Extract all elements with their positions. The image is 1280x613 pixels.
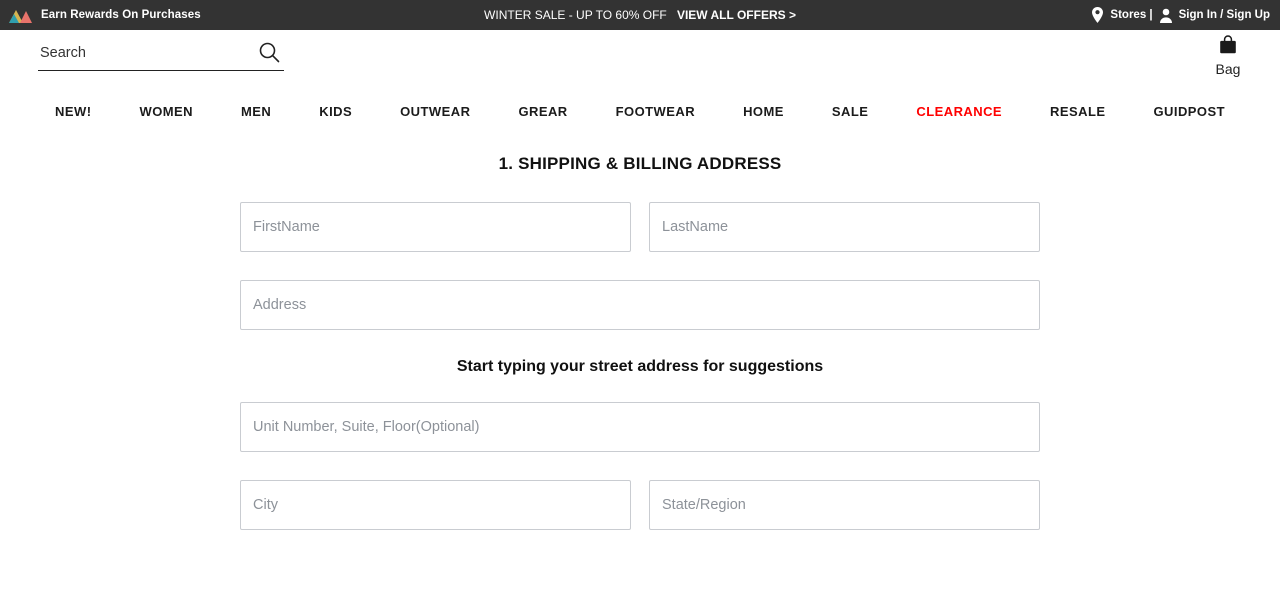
last-name-input[interactable] <box>649 202 1040 252</box>
nav-item-home[interactable]: HOME <box>719 100 808 123</box>
shipping-billing-form: Start typing your street address for sug… <box>240 202 1040 530</box>
nav-item-grear[interactable]: GREAR <box>494 100 591 123</box>
site-header: Bag <box>0 30 1280 88</box>
nav-item-new[interactable]: NEW! <box>31 100 115 123</box>
first-name-input[interactable] <box>240 202 631 252</box>
topbar-left-group: Earn Rewards On Purchases <box>0 6 201 24</box>
nav-item-kids[interactable]: KIDS <box>295 100 376 123</box>
address-suggestion-hint: Start typing your street address for sug… <box>456 358 824 375</box>
city-state-row <box>240 480 1040 530</box>
search-icon <box>258 41 280 66</box>
mountain-logo-icon <box>8 6 34 24</box>
view-all-offers-link[interactable]: VIEW ALL OFFERS > <box>677 8 796 22</box>
stores-label: Stores | <box>1110 9 1153 21</box>
search-input[interactable] <box>38 45 258 64</box>
unit-row <box>240 402 1040 452</box>
search-bar <box>38 39 284 71</box>
state-region-input[interactable] <box>649 480 1040 530</box>
address-row <box>240 280 1040 330</box>
nav-item-resale[interactable]: RESALE <box>1026 100 1129 123</box>
bag-button[interactable]: Bag <box>1204 34 1252 77</box>
nav-item-clearance[interactable]: CLEARANCE <box>892 100 1026 123</box>
nav-item-footwear[interactable]: FOOTWEAR <box>592 100 719 123</box>
shopping-bag-icon <box>1217 34 1239 61</box>
search-button[interactable] <box>258 41 284 69</box>
checkout-content: 1. SHIPPING & BILLING ADDRESS Start typi… <box>0 134 1280 530</box>
main-navigation: NEW! WOMEN MEN KIDS OUTWEAR GREAR FOOTWE… <box>0 88 1280 134</box>
nav-item-sale[interactable]: SALE <box>808 100 892 123</box>
unit-number-input[interactable] <box>240 402 1040 452</box>
page-title: 1. SHIPPING & BILLING ADDRESS <box>498 154 782 173</box>
user-icon <box>1159 8 1173 23</box>
top-promo-bar: Earn Rewards On Purchases WINTER SALE - … <box>0 0 1280 30</box>
topbar-right-group: Stores | Sign In / Sign Up <box>1091 7 1280 23</box>
nav-item-guidpost[interactable]: GUIDPOST <box>1129 100 1249 123</box>
stores-link[interactable]: Stores | <box>1091 7 1153 23</box>
nav-item-women[interactable]: WOMEN <box>115 100 217 123</box>
earn-rewards-label: Earn Rewards On Purchases <box>41 9 201 21</box>
nav-item-men[interactable]: MEN <box>217 100 295 123</box>
name-row <box>240 202 1040 252</box>
bag-label: Bag <box>1215 61 1241 77</box>
location-pin-icon <box>1091 7 1104 23</box>
sign-in-sign-up-link[interactable]: Sign In / Sign Up <box>1159 8 1270 23</box>
address-input[interactable] <box>240 280 1040 330</box>
promo-text: WINTER SALE - UP TO 60% OFF <box>484 8 667 22</box>
sign-in-sign-up-label: Sign In / Sign Up <box>1178 9 1270 21</box>
city-input[interactable] <box>240 480 631 530</box>
nav-item-outwear[interactable]: OUTWEAR <box>376 100 494 123</box>
